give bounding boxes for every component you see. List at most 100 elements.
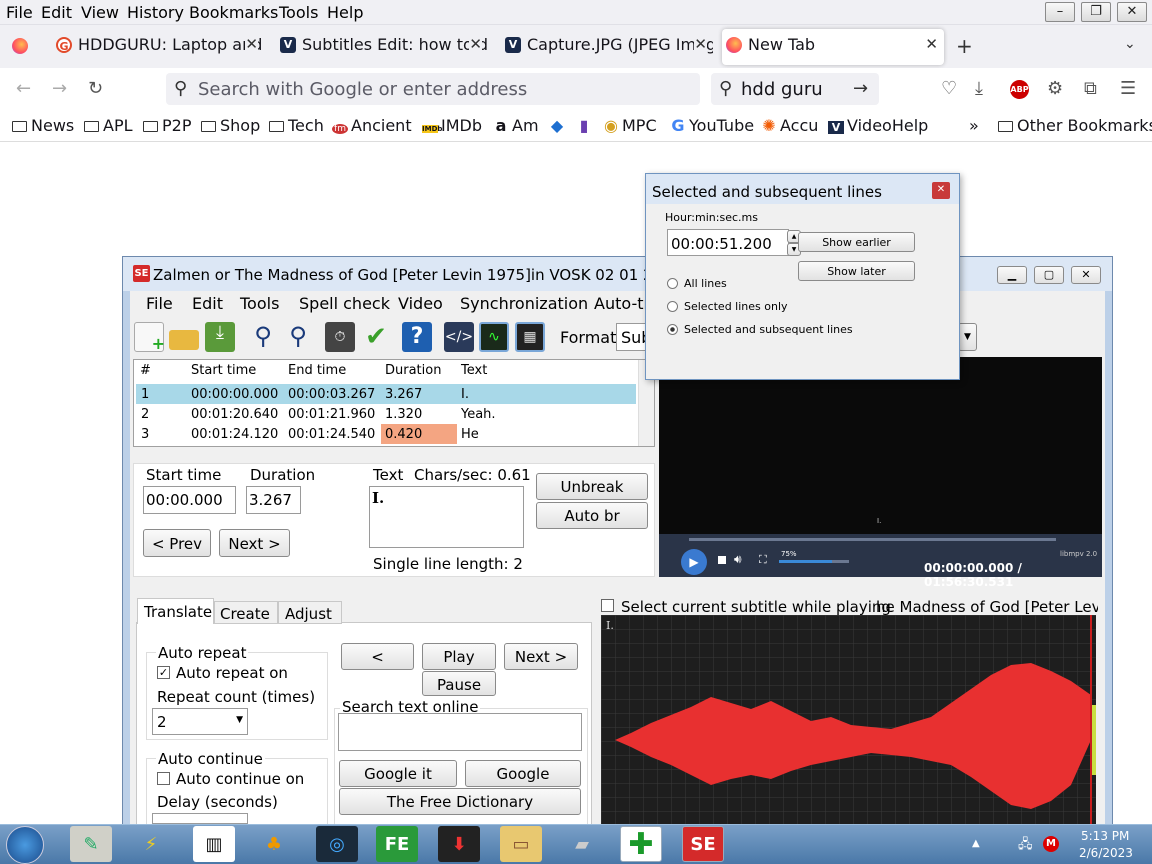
taskbar-app-3[interactable]: ▥ — [193, 826, 235, 862]
taskbar-subtitle-edit[interactable]: SE — [682, 826, 724, 862]
bookmark-news[interactable]: News — [12, 116, 74, 135]
auto-repeat-checkbox[interactable]: ✓ — [157, 666, 170, 679]
delay-select[interactable] — [152, 813, 248, 824]
show-later-button[interactable]: Show later — [798, 261, 915, 281]
tab-create[interactable]: Create — [214, 601, 278, 624]
firefox-icon[interactable] — [12, 38, 28, 54]
save-icon[interactable]: ⤓ — [205, 322, 235, 352]
bookmark-icon-a[interactable]: ◆ — [549, 116, 568, 135]
tab-new-tab[interactable]: New Tab ✕ — [722, 29, 944, 65]
google-button[interactable]: Google — [465, 760, 581, 787]
radio-all-lines[interactable] — [667, 278, 678, 289]
subtitle-grid[interactable]: # Start time End time Duration Text 1 00:… — [133, 359, 655, 447]
new-file-icon[interactable]: + — [134, 322, 165, 353]
bookmark-accu[interactable]: ✺ Accu — [761, 116, 818, 135]
taskbar-app-4[interactable]: ♣ — [253, 826, 295, 862]
auto-continue-checkbox[interactable] — [157, 772, 170, 785]
table-row[interactable]: 2 00:01:20.640 00:01:21.960 1.320 Yeah. — [136, 404, 636, 424]
list-tabs-icon[interactable]: ⌄ — [1124, 36, 1136, 52]
tab-subtitles-edit[interactable]: V Subtitles Edit: how to de ✕ — [276, 29, 488, 65]
search-bar[interactable]: ⚲ hdd guru → — [711, 73, 879, 105]
se-maximize-button[interactable]: ▢ — [1034, 266, 1064, 284]
video-player[interactable]: I. ▶ 🔊︎ ⛶ 75% libmpv 2.0 00:00:00.000 / … — [659, 357, 1102, 589]
adblock-icon[interactable]: ABP — [1010, 80, 1029, 99]
bookmarks-overflow-icon[interactable]: » — [969, 116, 979, 135]
taskbar-app-7[interactable]: ⬇ — [438, 826, 480, 862]
reload-icon[interactable]: ↻ — [88, 78, 103, 99]
taskbar-app-10[interactable]: ✚ — [620, 826, 662, 862]
bookmark-videohelp[interactable]: V VideoHelp — [828, 116, 928, 135]
se-close-button[interactable]: ✕ — [1071, 266, 1101, 284]
next-line-button[interactable]: Next > — [504, 643, 578, 670]
se-menu-spell-check[interactable]: Spell check — [299, 294, 390, 313]
menu-file[interactable]: File — [6, 3, 33, 22]
tab-capture[interactable]: V Capture.JPG (JPEG Imag ✕ — [501, 29, 713, 65]
forward-icon[interactable]: → — [52, 78, 67, 99]
video-toggle-icon[interactable]: ▦ — [515, 322, 545, 352]
select-current-checkbox[interactable] — [601, 599, 614, 612]
menu-history[interactable]: History — [127, 3, 184, 22]
volume-icon[interactable]: 🔊︎ — [734, 552, 742, 567]
bookmark-imdb[interactable]: IMDbIMDb — [422, 116, 482, 135]
start-time-input[interactable]: 00:00.000 — [143, 486, 236, 514]
tab-translate[interactable]: Translate — [137, 598, 214, 624]
auto-br-button[interactable]: Auto br — [536, 502, 648, 529]
restore-button[interactable]: ❐ — [1081, 2, 1111, 22]
tab-adjust[interactable]: Adjust — [278, 601, 342, 624]
visual-sync-icon[interactable]: ⏱ — [325, 322, 355, 352]
help-icon[interactable]: ? — [402, 322, 432, 352]
go-arrow-icon[interactable]: → — [853, 78, 868, 99]
find-icon[interactable]: ⚲ — [248, 322, 278, 352]
bookmark-ancient[interactable]: fm Ancient — [332, 116, 412, 135]
taskbar-app-1[interactable]: ✎ — [70, 826, 112, 862]
clock-time[interactable]: 5:13 PM — [1081, 829, 1129, 843]
waveform-toggle-icon[interactable]: ∿ — [479, 322, 509, 352]
extensions-puzzle-icon[interactable]: ⧉ — [1084, 78, 1097, 99]
pocket-icon[interactable]: ♡ — [941, 78, 957, 99]
unbreak-button[interactable]: Unbreak — [536, 473, 648, 500]
show-earlier-button[interactable]: Show earlier — [798, 232, 915, 252]
previous-line-button[interactable]: < — [341, 643, 414, 670]
bookmark-icon-b[interactable]: ▮ — [576, 116, 595, 135]
back-icon[interactable]: ← — [16, 78, 31, 99]
radio-selected-only[interactable] — [667, 301, 678, 312]
menu-view[interactable]: View — [81, 3, 119, 22]
bookmark-youtube[interactable]: G YouTube — [670, 116, 754, 135]
menu-edit[interactable]: Edit — [41, 3, 72, 22]
subtitle-text-area[interactable]: I. — [369, 486, 524, 548]
spell-check-icon[interactable]: ✔ — [361, 322, 391, 352]
duration-input[interactable]: 3.267 — [246, 486, 301, 514]
free-dictionary-button[interactable]: The Free Dictionary — [339, 788, 581, 815]
se-menu-tools[interactable]: Tools — [240, 294, 279, 313]
close-tab-icon[interactable]: ✕ — [469, 35, 482, 53]
taskbar-app-6[interactable]: FE — [376, 826, 418, 862]
taskbar-app-9[interactable]: ▰ — [561, 826, 603, 862]
start-button[interactable] — [6, 826, 44, 864]
menu-help[interactable]: Help — [327, 3, 363, 22]
bookmark-tech[interactable]: Tech — [269, 116, 324, 135]
url-bar[interactable]: ⚲ Search with Google or enter address — [166, 73, 700, 105]
close-tab-icon[interactable]: ✕ — [694, 35, 707, 53]
new-tab-icon[interactable]: + — [956, 34, 973, 58]
se-menu-auto-translate[interactable]: Auto-tr — [594, 294, 650, 313]
minimize-button[interactable]: – — [1045, 2, 1075, 22]
dialog-close-icon[interactable]: ✕ — [932, 182, 950, 199]
close-tab-icon[interactable]: ✕ — [245, 35, 258, 53]
video-seek-bar[interactable] — [689, 538, 1056, 541]
format-select[interactable]: Sub — [616, 323, 651, 351]
se-menu-video[interactable]: Video — [398, 294, 443, 313]
open-folder-icon[interactable] — [169, 330, 199, 350]
table-row[interactable]: 1 00:00:00.000 00:00:03.267 3.267 I. — [136, 384, 636, 404]
time-input[interactable]: 00:00:51.200 — [667, 229, 789, 256]
close-tab-icon[interactable]: ✕ — [925, 35, 938, 53]
se-minimize-button[interactable]: ▁ — [997, 266, 1027, 284]
download-icon[interactable]: ⤓ — [975, 78, 983, 99]
se-menu-file[interactable]: File — [146, 294, 173, 313]
taskbar-app-2[interactable]: ⚡ — [130, 826, 172, 862]
menu-tools[interactable]: Tools — [279, 3, 318, 22]
network-icon[interactable]: 🖧︎ — [1018, 835, 1033, 857]
radio-selected-subsequent[interactable] — [667, 324, 678, 335]
source-view-icon[interactable]: </> — [444, 322, 474, 352]
tab-hddguru[interactable]: G HDDGURU: Laptop and ✕ — [52, 29, 264, 65]
bookmark-shop[interactable]: Shop — [201, 116, 260, 135]
